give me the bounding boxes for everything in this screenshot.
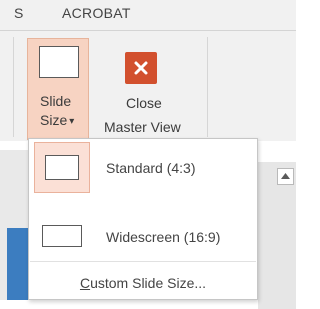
close-master-label-line2: Master View — [104, 119, 181, 135]
ribbon-tab-bar: S ACROBAT — [0, 0, 296, 31]
standard-4-3-icon — [45, 155, 79, 180]
slide-size-icon — [39, 46, 79, 78]
menu-item-label: Widescreen (16:9) — [106, 229, 221, 245]
group-separator — [207, 37, 208, 137]
slide-size-dropdown: Standard (4:3) Widescreen (16:9) Custom … — [28, 138, 258, 300]
widescreen-16-9-icon — [42, 225, 82, 247]
tab-acrobat[interactable]: ACROBAT — [62, 5, 131, 21]
slide-size-button[interactable]: Slide Size ▾ — [27, 38, 89, 140]
menu-item-label: Standard (4:3) — [106, 160, 196, 176]
close-master-label-line1: Close — [126, 95, 162, 111]
close-icon — [125, 52, 157, 84]
slide-size-label-line1: Slide — [40, 93, 72, 109]
tab-slideshow-partial[interactable]: S — [14, 5, 24, 21]
triangle-up-icon — [281, 173, 290, 179]
close-master-view-button[interactable]: Close Master View — [104, 38, 204, 138]
scroll-up-button[interactable] — [277, 168, 294, 185]
chevron-down-icon: ▾ — [69, 116, 75, 127]
menu-item-standard[interactable]: Standard (4:3) — [30, 139, 256, 193]
slide-thumbnail[interactable] — [7, 228, 28, 300]
menu-item-widescreen[interactable]: Widescreen (16:9) — [30, 199, 256, 253]
menu-divider — [30, 261, 256, 262]
slide-size-label-line2: Size ▾ — [40, 112, 75, 128]
group-separator — [13, 37, 14, 137]
menu-item-custom-slide-size[interactable]: Custom Slide Size... — [29, 275, 257, 291]
